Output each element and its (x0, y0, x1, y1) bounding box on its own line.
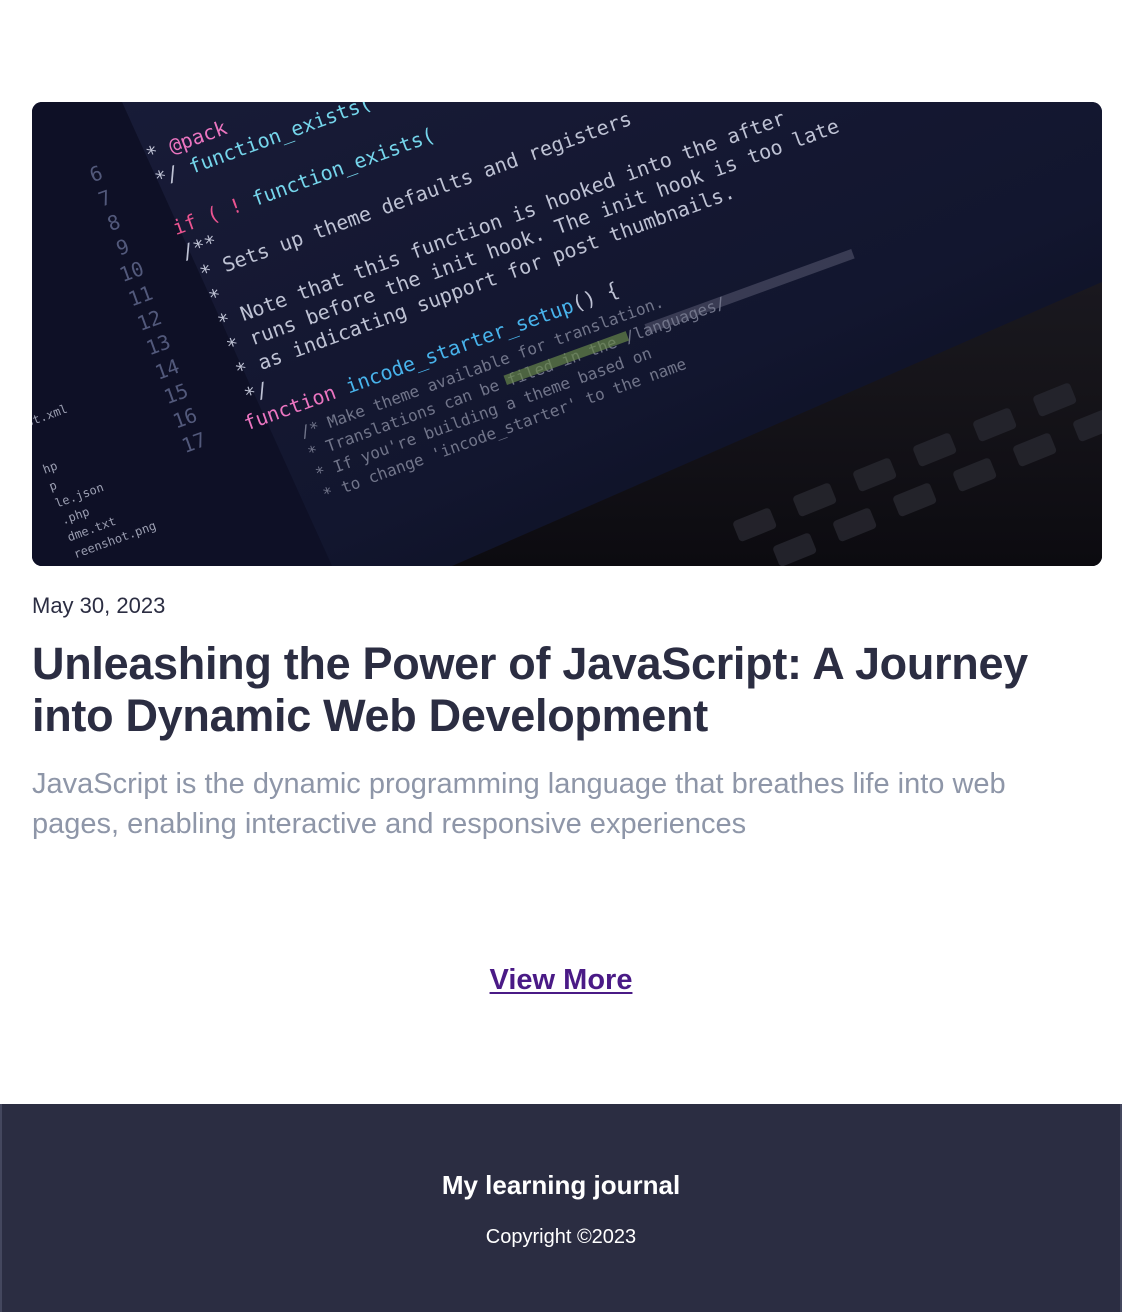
view-more-container: View More (0, 964, 1122, 997)
article-card: 6 7 8 9 10 11 12 13 14 15 16 17 * @pack … (32, 102, 1102, 844)
site-footer: My learning journal Copyright ©2023 (0, 1104, 1122, 1312)
post-excerpt: JavaScript is the dynamic programming la… (32, 768, 1006, 840)
page: 6 7 8 9 10 11 12 13 14 15 16 17 * @pack … (0, 0, 1122, 1312)
view-more-link[interactable]: View More (490, 964, 633, 996)
post-date: May 30, 2023 (32, 593, 166, 618)
post-title: Unleashing the Power of JavaScript: A Jo… (32, 638, 1028, 741)
hero-image: 6 7 8 9 10 11 12 13 14 15 16 17 * @pack … (32, 102, 1102, 566)
footer-site-title: My learning journal (441, 1170, 681, 1200)
code-screen-illustration: 6 7 8 9 10 11 12 13 14 15 16 17 * @pack … (32, 102, 1102, 566)
footer-copyright: Copyright ©2023 (485, 1226, 637, 1248)
